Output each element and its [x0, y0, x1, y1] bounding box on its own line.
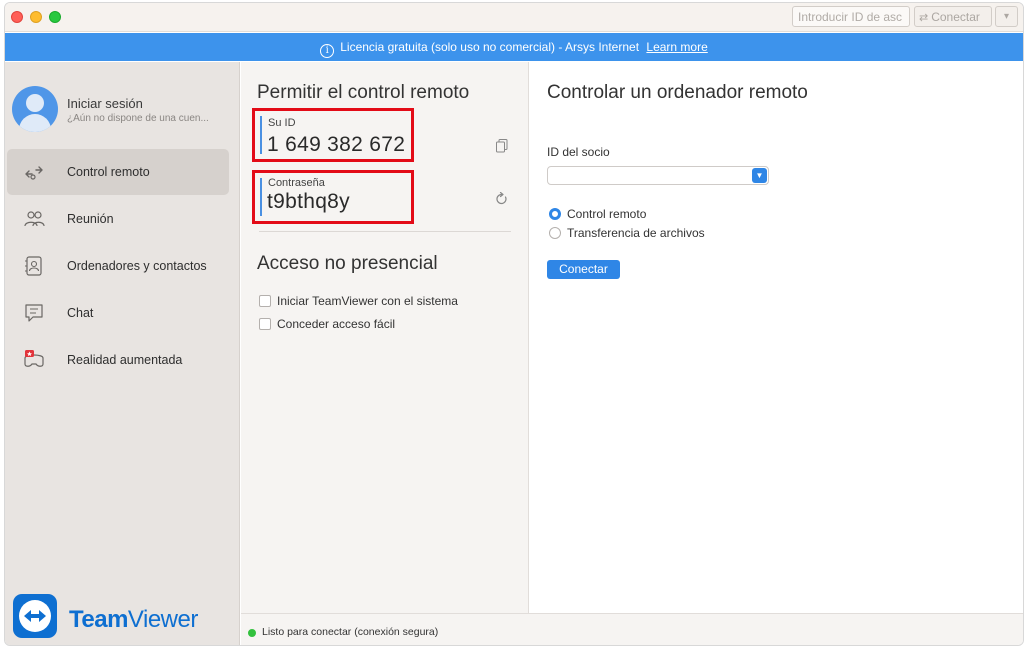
- info-icon: i: [320, 44, 335, 58]
- license-text: Licencia gratuita (solo uso no comercial…: [340, 40, 640, 54]
- meeting-icon: [24, 211, 45, 227]
- teamviewer-window: Introducir ID de asc ⇄ Conectar ▾ i Licenc…: [4, 2, 1024, 646]
- start-with-system-checkbox[interactable]: [259, 295, 271, 307]
- your-id-value[interactable]: 1 649 382 672: [267, 133, 405, 157]
- control-remote-title: Controlar un ordenador remoto: [547, 82, 808, 103]
- copy-icon[interactable]: [496, 139, 508, 153]
- sidebar-item-chat[interactable]: Chat: [7, 290, 229, 336]
- minimize-window-button[interactable]: [30, 11, 42, 23]
- easy-access-label[interactable]: Conceder acceso fácil: [277, 317, 395, 331]
- chevron-down-icon[interactable]: ▾: [995, 6, 1018, 27]
- sign-in-title[interactable]: Iniciar sesión: [67, 96, 143, 111]
- double-arrow-icon: [24, 610, 46, 622]
- augmented-reality-icon: [24, 350, 44, 367]
- sidebar-item-label: Ordenadores y contactos: [67, 259, 207, 273]
- status-bar: Listo para conectar (conexión segura): [241, 613, 1023, 645]
- wordmark-bold: Team: [69, 606, 128, 633]
- your-id-box: Su ID 1 649 382 672: [252, 108, 414, 162]
- quick-partner-id-input[interactable]: Introducir ID de asc: [792, 6, 910, 27]
- password-accent-bar: [260, 178, 262, 216]
- sidebar-item-remote-control[interactable]: Control remoto: [7, 149, 229, 195]
- chat-icon: [25, 304, 43, 322]
- sidebar: Iniciar sesión ¿Aún no dispone de una cu…: [5, 62, 240, 645]
- sidebar-item-label: Realidad aumentada: [67, 353, 183, 367]
- sidebar-item-label: Reunión: [67, 212, 114, 226]
- allow-remote-control-panel: Permitir el control remoto Su ID 1 649 3…: [241, 62, 529, 613]
- sidebar-item-augmented-reality[interactable]: Realidad aumentada: [7, 337, 229, 383]
- chevron-down-icon[interactable]: ▼: [752, 168, 767, 183]
- sidebar-item-meeting[interactable]: Reunión: [7, 196, 229, 242]
- wordmark-regular: Viewer: [127, 606, 198, 633]
- remote-control-radio-label[interactable]: Control remoto: [567, 207, 646, 221]
- refresh-icon[interactable]: [495, 192, 508, 206]
- teamviewer-logo-icon: [13, 594, 57, 638]
- file-transfer-radio[interactable]: [549, 227, 561, 239]
- avatar[interactable]: [12, 86, 58, 132]
- avatar-body: [19, 114, 51, 132]
- sign-in-subtitle[interactable]: ¿Aún no dispone de una cuen...: [67, 113, 227, 124]
- password-value[interactable]: t9bthq8y: [267, 190, 350, 214]
- sidebar-item-computers-contacts[interactable]: Ordenadores y contactos: [7, 243, 229, 289]
- close-window-button[interactable]: [11, 11, 23, 23]
- section-divider: [259, 231, 511, 232]
- quick-connect-label: Conectar: [931, 10, 980, 24]
- status-text: Listo para conectar (conexión segura): [262, 626, 439, 638]
- avatar-head: [26, 94, 44, 112]
- learn-more-link[interactable]: Learn more: [646, 40, 707, 54]
- your-id-label: Su ID: [268, 117, 296, 129]
- sidebar-item-label: Chat: [67, 306, 94, 320]
- status-indicator-icon: [248, 629, 256, 637]
- password-box: Contraseña t9bthq8y: [252, 170, 414, 224]
- title-bar: Introducir ID de asc ⇄ Conectar ▾: [5, 3, 1023, 32]
- remote-control-icon: [25, 166, 43, 180]
- quick-connect-button[interactable]: ⇄ Conectar: [914, 6, 992, 27]
- partner-id-combobox[interactable]: ▼: [547, 166, 769, 185]
- license-banner: i Licencia gratuita (solo uso no comercia…: [5, 33, 1023, 61]
- id-accent-bar: [260, 116, 262, 154]
- start-with-system-label[interactable]: Iniciar TeamViewer con el sistema: [277, 294, 458, 308]
- connect-arrows-icon: ⇄: [919, 12, 929, 24]
- partner-id-label: ID del socio: [547, 145, 610, 159]
- unattended-access-title: Acceso no presencial: [257, 253, 438, 274]
- remote-control-radio[interactable]: [549, 208, 561, 220]
- contacts-icon: [25, 256, 42, 276]
- control-remote-computer-panel: Controlar un ordenador remoto ID del soc…: [530, 62, 1023, 613]
- allow-remote-title: Permitir el control remoto: [257, 82, 470, 103]
- teamviewer-wordmark: TeamViewer: [69, 606, 198, 634]
- connect-button[interactable]: Conectar: [547, 260, 620, 279]
- easy-access-checkbox[interactable]: [259, 318, 271, 330]
- zoom-window-button[interactable]: [49, 11, 61, 23]
- file-transfer-radio-label[interactable]: Transferencia de archivos: [567, 226, 705, 240]
- sidebar-item-label: Control remoto: [67, 165, 150, 179]
- password-label: Contraseña: [268, 177, 325, 189]
